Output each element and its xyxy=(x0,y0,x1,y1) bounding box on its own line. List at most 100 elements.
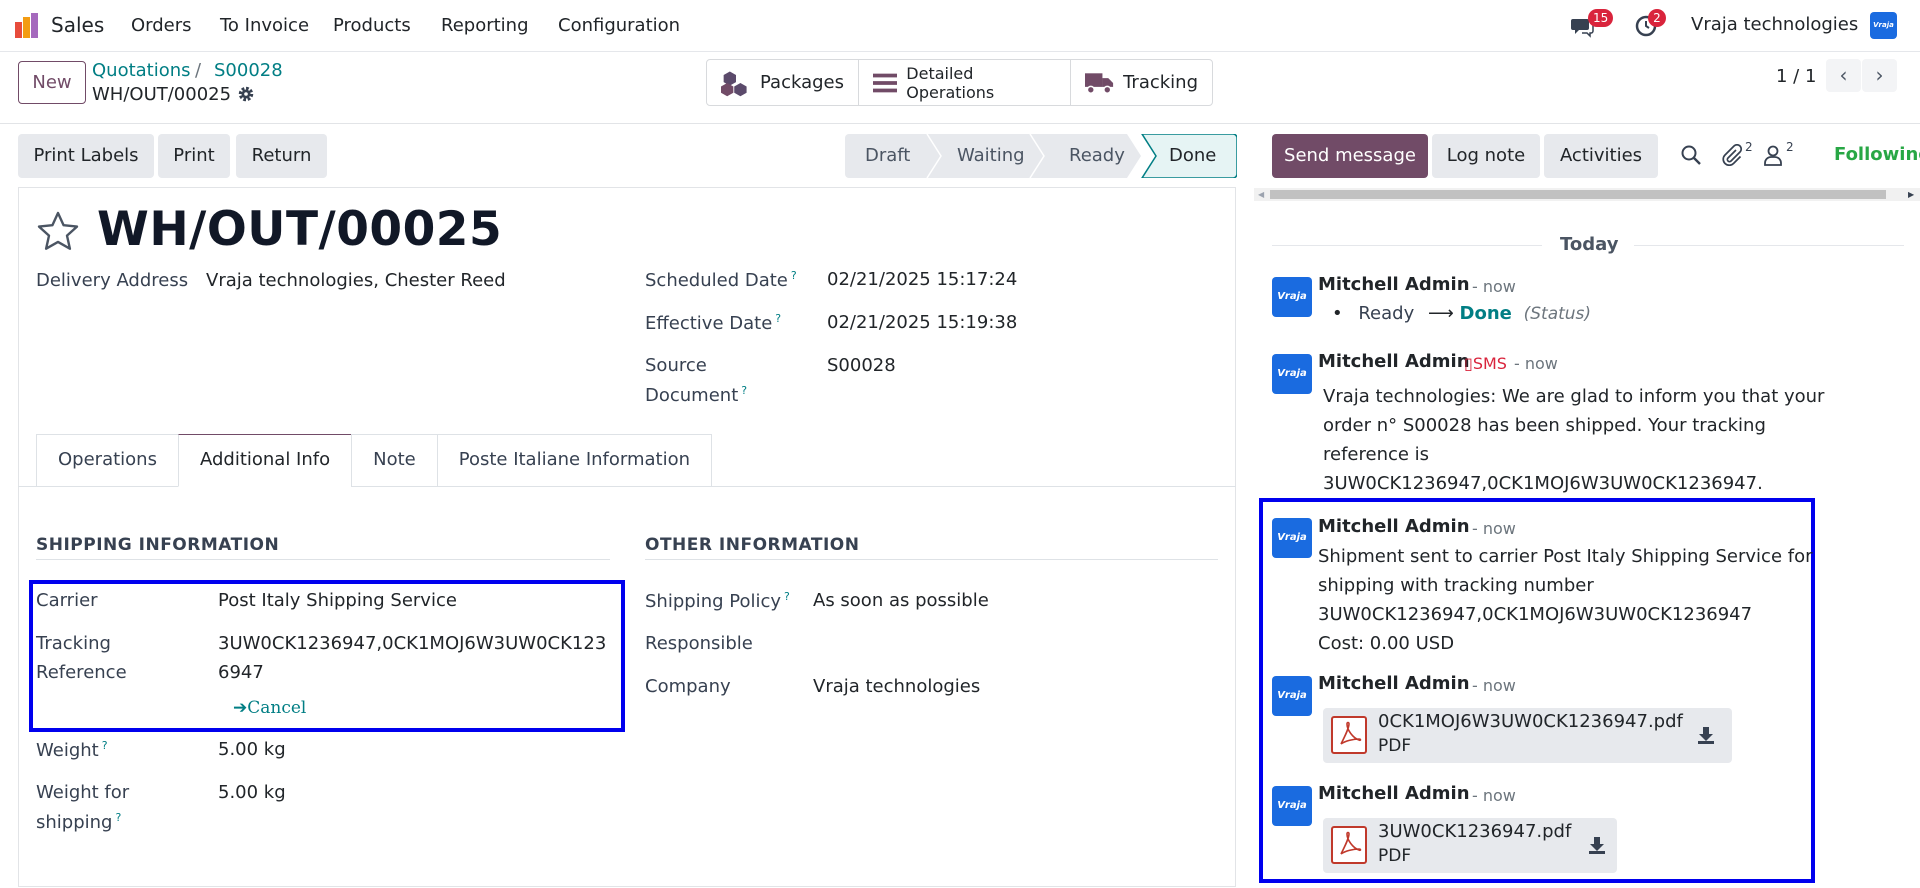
message-author[interactable]: Mitchell Admin xyxy=(1318,351,1470,372)
delivery-address-value[interactable]: Vraja technologies, Chester Reed xyxy=(206,270,506,291)
scheduled-date-value[interactable]: 02/21/2025 15:17:24 xyxy=(827,269,1017,290)
pager-next-button[interactable]: › xyxy=(1862,59,1897,92)
log-note-button[interactable]: Log note xyxy=(1432,134,1540,178)
truck-icon xyxy=(1085,72,1114,94)
new-button[interactable]: New xyxy=(18,61,86,104)
scroll-left-arrow[interactable]: ◀ xyxy=(1258,190,1264,199)
breadcrumb-quotations[interactable]: Quotations xyxy=(92,60,191,81)
bullet: • xyxy=(1332,303,1343,324)
source-document-label-line1: Source xyxy=(645,355,707,376)
shipping-section-rule xyxy=(36,559,610,560)
following-button[interactable]: Following xyxy=(1834,144,1920,165)
help-icon[interactable]: ? xyxy=(775,312,781,325)
user-avatar[interactable]: Vraja xyxy=(1870,12,1897,39)
return-button[interactable]: Return xyxy=(236,134,327,178)
message-date: - now xyxy=(1472,519,1516,538)
print-button[interactable]: Print xyxy=(158,134,230,178)
message-avatar[interactable]: Vraja xyxy=(1272,277,1312,317)
tab-note[interactable]: Note xyxy=(351,434,437,487)
scroll-right-arrow[interactable]: ▶ xyxy=(1908,190,1914,199)
star-icon[interactable] xyxy=(36,210,80,254)
message-author[interactable]: Mitchell Admin xyxy=(1318,274,1470,295)
attachment-name: 3UW0CK1236947.pdf xyxy=(1378,821,1572,842)
tracking-value-change: • Ready ⟶ Done (Status) xyxy=(1332,303,1591,324)
tracking-button[interactable]: Tracking xyxy=(1071,60,1212,105)
help-icon[interactable]: ? xyxy=(791,269,797,282)
pager-value[interactable]: 1 / 1 xyxy=(1776,66,1816,87)
packages-button[interactable]: Packages xyxy=(707,60,859,105)
detailed-operations-button[interactable]: Detailed Operations xyxy=(859,60,1071,105)
pdf-attachment[interactable]: 0CK1MOJ6W3UW0CK1236947.pdf PDF xyxy=(1323,708,1732,763)
message-avatar[interactable]: Vraja xyxy=(1272,518,1312,558)
message-author[interactable]: Mitchell Admin xyxy=(1318,673,1470,694)
message-avatar[interactable]: Vraja xyxy=(1272,354,1312,394)
menu-to-invoice[interactable]: To Invoice xyxy=(220,15,309,36)
menu-reporting[interactable]: Reporting xyxy=(441,15,529,36)
chatter-scroll-thumb[interactable] xyxy=(1270,190,1886,199)
boxes-icon xyxy=(721,71,747,96)
followers-count: 2 xyxy=(1786,140,1794,154)
old-value: Ready xyxy=(1358,303,1415,324)
pdf-attachment[interactable]: 3UW0CK1236947.pdf PDF xyxy=(1323,818,1617,873)
status-ready[interactable]: Ready xyxy=(1069,134,1125,178)
menu-configuration[interactable]: Configuration xyxy=(558,15,680,36)
search-icon[interactable] xyxy=(1680,144,1702,166)
cancel-shipment-link[interactable]: ➔Cancel xyxy=(233,698,306,718)
gear-icon[interactable] xyxy=(237,85,255,103)
download-icon[interactable] xyxy=(1696,725,1716,745)
carrier-label: Carrier xyxy=(36,590,98,611)
control-panel-divider xyxy=(0,123,1920,124)
status-draft[interactable]: Draft xyxy=(865,134,910,178)
delivery-address-label: Delivery Address xyxy=(36,270,189,291)
carrier-value[interactable]: Post Italy Shipping Service xyxy=(218,590,457,611)
message-date: - now xyxy=(1472,277,1516,296)
effective-date-value: 02/21/2025 15:19:38 xyxy=(827,312,1018,333)
menu-orders[interactable]: Orders xyxy=(131,15,192,36)
shipping-information-title: SHIPPING INFORMATION xyxy=(36,535,280,555)
menu-products[interactable]: Products xyxy=(333,15,411,36)
tab-additional-info[interactable]: Additional Info xyxy=(177,434,352,487)
smart-buttons: Packages Detailed Operations Tracking xyxy=(706,59,1213,106)
today-divider-right xyxy=(1634,245,1904,246)
arrow-right-icon: ➔ xyxy=(233,698,248,718)
help-icon[interactable]: ? xyxy=(741,384,747,397)
help-icon[interactable]: ? xyxy=(102,739,108,752)
message-avatar[interactable]: Vraja xyxy=(1272,786,1312,826)
status-waiting[interactable]: Waiting xyxy=(957,134,1025,178)
breadcrumb-current: WH/OUT/00025 xyxy=(92,84,232,105)
message-body: Shipment sent to carrier Post Italy Ship… xyxy=(1318,546,1813,654)
top-navbar: Sales Orders To Invoice Products Reporti… xyxy=(0,0,1920,52)
send-message-button[interactable]: Send message xyxy=(1272,134,1428,178)
activities-button[interactable]: Activities xyxy=(1544,134,1658,178)
status-done[interactable]: Done xyxy=(1169,134,1216,178)
pager-previous-button[interactable]: ‹ xyxy=(1826,59,1861,92)
tab-poste-italiane[interactable]: Poste Italiane Information xyxy=(436,434,713,487)
paperclip-icon[interactable] xyxy=(1721,144,1743,166)
breadcrumb-order[interactable]: S00028 xyxy=(214,60,283,81)
app-name[interactable]: Sales xyxy=(51,13,104,37)
attachment-name: 0CK1MOJ6W3UW0CK1236947.pdf xyxy=(1378,711,1683,732)
responsible-label: Responsible xyxy=(645,633,753,654)
notebook-tabs: Operations Additional Info Note Poste It… xyxy=(36,434,713,487)
message-author[interactable]: Mitchell Admin xyxy=(1318,516,1470,537)
sales-app-icon[interactable] xyxy=(14,13,40,39)
company-value[interactable]: Vraja technologies xyxy=(813,676,980,697)
company-switcher[interactable]: Vraja technologies xyxy=(1691,14,1858,35)
weight-value: 5.00 kg xyxy=(218,739,286,760)
tab-operations[interactable]: Operations xyxy=(36,434,178,487)
followers-icon[interactable] xyxy=(1762,144,1784,166)
packages-label: Packages xyxy=(760,72,844,93)
print-labels-button[interactable]: Print Labels xyxy=(18,134,154,178)
pdf-file-icon xyxy=(1331,716,1367,754)
weight-shipping-value[interactable]: 5.00 kg xyxy=(218,782,286,803)
effective-date-label: Effective Date? xyxy=(645,312,782,334)
help-icon[interactable]: ? xyxy=(115,811,121,824)
download-icon[interactable] xyxy=(1587,835,1607,855)
attachments-count: 2 xyxy=(1745,140,1753,154)
message-author[interactable]: Mitchell Admin xyxy=(1318,783,1470,804)
message-avatar[interactable]: Vraja xyxy=(1272,676,1312,716)
message-date: - now xyxy=(1514,354,1558,373)
help-icon[interactable]: ? xyxy=(784,590,790,603)
weight-shipping-label-line1: Weight for xyxy=(36,782,130,803)
shipping-policy-value[interactable]: As soon as possible xyxy=(813,590,989,611)
